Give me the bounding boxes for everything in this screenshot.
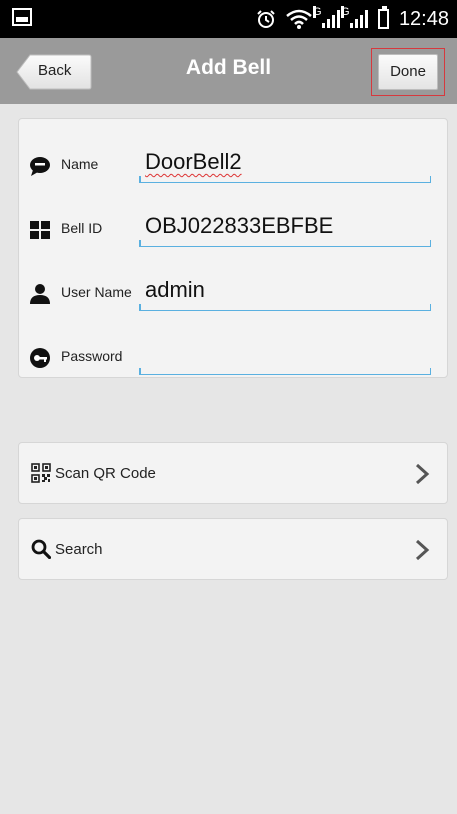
key-icon bbox=[30, 348, 50, 368]
grid-icon bbox=[30, 221, 50, 239]
back-button-label: Back bbox=[38, 62, 72, 79]
nav-bar: Back Add Bell Done bbox=[0, 38, 457, 104]
chat-bubble-icon bbox=[30, 157, 50, 176]
name-row: Name DoorBell2 bbox=[19, 141, 449, 191]
password-label: Password bbox=[61, 348, 123, 364]
done-button-highlight: Done bbox=[371, 48, 445, 96]
done-button[interactable]: Done bbox=[378, 54, 438, 90]
scan-qr-button[interactable]: Scan QR Code bbox=[18, 442, 448, 504]
bell-id-value: OBJ022833EBFBE bbox=[145, 213, 334, 238]
name-field[interactable]: DoorBell2 bbox=[139, 145, 431, 183]
chevron-right-icon bbox=[415, 539, 430, 561]
bell-id-row: Bell ID OBJ022833EBFBE bbox=[19, 205, 449, 255]
search-button[interactable]: Search bbox=[18, 518, 448, 580]
battery-icon bbox=[377, 6, 389, 29]
gallery-icon bbox=[12, 8, 32, 26]
user-name-field[interactable]: admin bbox=[139, 273, 431, 311]
scan-qr-label: Scan QR Code bbox=[55, 465, 156, 482]
search-icon bbox=[31, 539, 51, 559]
name-label: Name bbox=[61, 156, 99, 172]
bell-id-label: Bell ID bbox=[61, 220, 103, 236]
status-time: 12:48 bbox=[398, 7, 449, 30]
person-icon bbox=[30, 284, 50, 304]
bell-form: Name DoorBell2 Bell ID OBJ022833EBFBE Us… bbox=[18, 118, 448, 378]
user-name-row: User Name admin bbox=[19, 269, 449, 319]
signal-icon: G bbox=[312, 6, 340, 28]
password-row: Password bbox=[19, 333, 449, 383]
password-field[interactable] bbox=[139, 337, 431, 375]
name-value: DoorBell2 bbox=[145, 149, 242, 174]
back-button[interactable]: Back bbox=[16, 54, 92, 90]
bell-id-field[interactable]: OBJ022833EBFBE bbox=[139, 209, 431, 247]
status-bar: G G 12:48 bbox=[0, 0, 457, 38]
alarm-icon bbox=[257, 10, 275, 28]
chevron-right-icon bbox=[415, 463, 430, 485]
wifi-icon bbox=[286, 9, 312, 29]
status-icons: G G 12:48 bbox=[256, 0, 449, 38]
search-label: Search bbox=[55, 541, 103, 558]
user-name-value: admin bbox=[145, 277, 205, 302]
signal-icon: G bbox=[340, 6, 368, 28]
user-name-label: User Name bbox=[61, 284, 132, 300]
qr-code-icon bbox=[31, 463, 51, 483]
